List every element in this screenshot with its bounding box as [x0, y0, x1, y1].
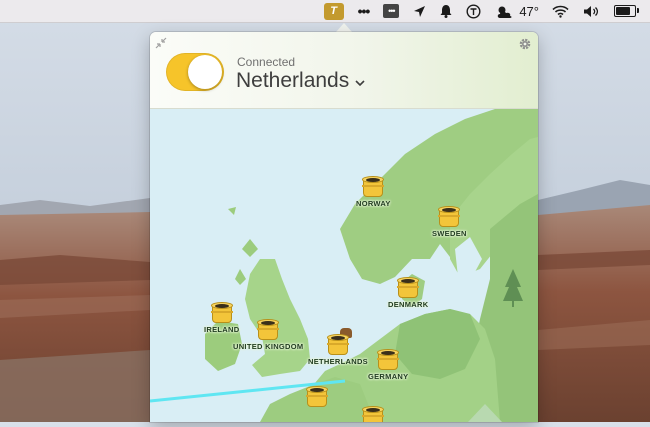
location-label: NORWAY: [356, 199, 391, 208]
map-land: [150, 109, 538, 422]
world-map[interactable]: NORWAY SWEDEN DENMARK IRELAND UNITED KIN…: [150, 109, 538, 422]
gear-icon[interactable]: [518, 37, 532, 51]
barrel-icon: [362, 406, 384, 422]
location-pin-germany[interactable]: GERMANY: [368, 349, 408, 381]
collapse-icon[interactable]: [155, 37, 167, 49]
location-label: NETHERLANDS: [308, 357, 368, 366]
popover-caret: [336, 23, 352, 32]
location-pin-denmark[interactable]: DENMARK: [388, 277, 428, 309]
country-name: Netherlands: [236, 69, 350, 92]
location-arrow-icon[interactable]: [413, 0, 426, 22]
barrel-icon: [257, 319, 280, 340]
clock-icon[interactable]: [466, 0, 481, 22]
popover-header: Connected Netherlands: [150, 32, 538, 109]
location-pin-united-kingdom[interactable]: UNITED KINGDOM: [233, 319, 303, 351]
extras-icon: •••: [383, 4, 400, 18]
wifi-icon[interactable]: [552, 0, 569, 22]
battery-icon[interactable]: [614, 0, 639, 22]
location-pin-norway[interactable]: NORWAY: [356, 176, 391, 208]
location-pin-netherlands[interactable]: NETHERLANDS: [308, 328, 368, 366]
country-selector[interactable]: Netherlands: [236, 69, 365, 93]
location-label: SWEDEN: [432, 229, 467, 238]
more-icon[interactable]: •••: [358, 0, 371, 22]
menu-bar: T ••• ••• 47°: [0, 0, 650, 23]
weather-menu-item[interactable]: 47°: [495, 0, 539, 22]
location-pin-switzerland[interactable]: [362, 406, 384, 422]
vpn-toggle[interactable]: [166, 53, 224, 91]
volume-icon[interactable]: [583, 0, 600, 22]
weather-temp: 47°: [519, 3, 539, 19]
extras-menu-item[interactable]: •••: [383, 0, 400, 22]
vpn-popover: Connected Netherlands NORWAY SWEDEN DENM…: [150, 32, 538, 422]
location-label: GERMANY: [368, 372, 409, 381]
barrel-icon: [438, 206, 461, 227]
location-label: UNITED KINGDOM: [233, 342, 304, 351]
tunnelbear-menu-item[interactable]: T: [323, 0, 344, 22]
barrel-icon: [326, 334, 349, 355]
barrel-icon: [306, 386, 328, 407]
chevron-down-icon: [355, 75, 365, 90]
barrel-icon: [397, 277, 420, 298]
location-pin-sweden[interactable]: SWEDEN: [432, 206, 467, 238]
weather-icon: [498, 6, 512, 18]
barrel-icon: [210, 302, 233, 323]
location-pin-france[interactable]: [306, 386, 328, 407]
barrel-icon: [377, 349, 400, 370]
tunnelbear-icon: T: [323, 2, 344, 20]
bell-icon[interactable]: [440, 0, 452, 22]
toggle-knob: [188, 55, 222, 89]
connection-status: Connected: [237, 55, 296, 69]
location-label: DENMARK: [388, 300, 429, 309]
barrel-icon: [362, 176, 385, 197]
